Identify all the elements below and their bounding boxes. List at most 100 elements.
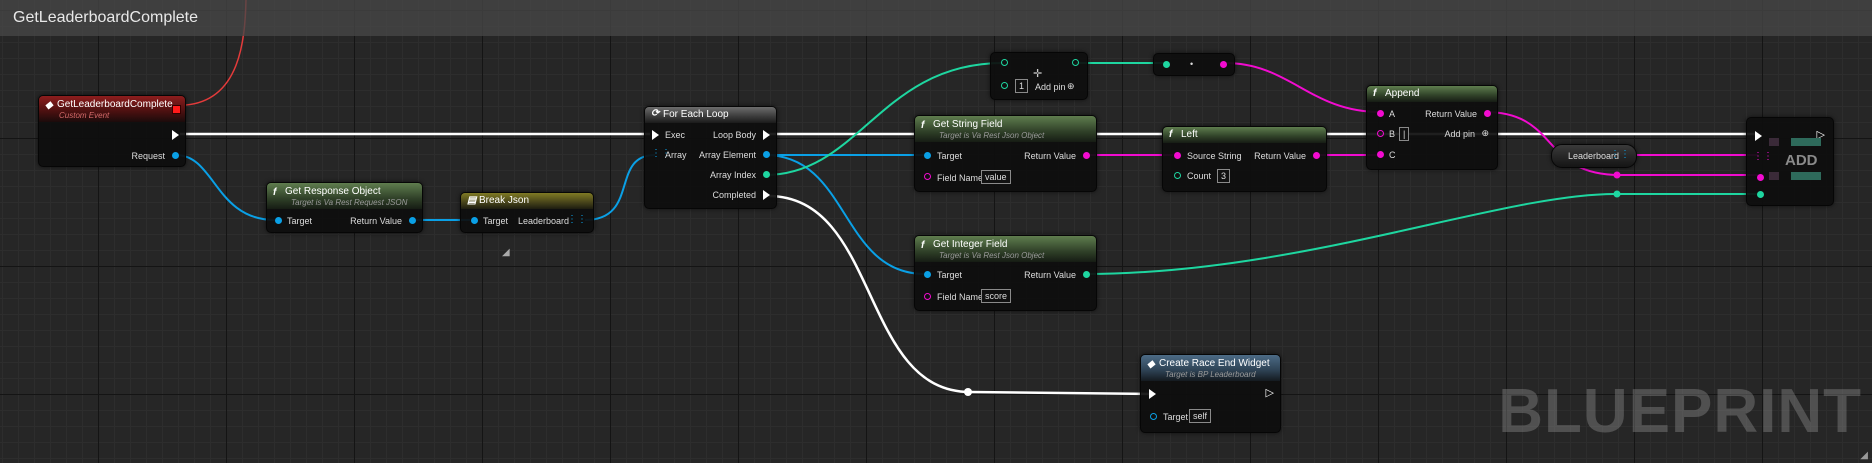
delegate-pin[interactable] — [172, 105, 181, 114]
exec-out-pin[interactable] — [172, 130, 179, 140]
struct-pin-b[interactable] — [1757, 191, 1764, 198]
struct-field-box — [1769, 138, 1779, 146]
b-in-pin[interactable] — [1377, 130, 1384, 137]
node-header: ◆ GetLeaderboardComplete Custom Event — [39, 96, 185, 122]
target-in-pin[interactable] — [275, 217, 282, 224]
b-in-pin[interactable] — [1001, 82, 1008, 89]
add-label: ADD — [1785, 152, 1818, 169]
loop-body-out-pin[interactable] — [763, 130, 770, 140]
pin-label-c: C — [1389, 150, 1396, 160]
pin-label-field-name: Field Name — [937, 292, 984, 302]
add-pin-icon[interactable]: ⊕ — [1067, 81, 1075, 92]
return-value-out-pin[interactable] — [409, 217, 416, 224]
field-name-in-pin[interactable] — [924, 293, 931, 300]
exec-in-pin[interactable] — [1149, 389, 1156, 399]
target-input[interactable]: self — [1189, 409, 1212, 423]
exec-in-pin[interactable] — [1755, 131, 1762, 141]
append-node[interactable]: f Append A Return Value B | Add pin ⊕ C — [1366, 85, 1498, 170]
conversion-icon: • — [1190, 59, 1194, 69]
pin-label-request: Request — [131, 151, 165, 161]
array-add-node[interactable]: ▷ ⋮⋮ ADD — [1746, 117, 1834, 206]
node-header: f Left — [1163, 127, 1326, 143]
node-title: Break Json — [479, 195, 530, 206]
object-wire — [175, 154, 276, 221]
add-int-node[interactable]: ✛ 1 Add pin ⊕ — [990, 52, 1088, 100]
node-subtitle: Target is Va Rest Json Object — [939, 131, 1045, 140]
conversion-out-pin[interactable] — [1220, 61, 1227, 68]
graph-title-bar: GetLeaderboardComplete — [0, 0, 1872, 36]
get-string-field-node[interactable]: f Get String Field Target is Va Rest Jso… — [914, 115, 1097, 192]
field-name-input[interactable]: score — [981, 289, 1012, 303]
add-pin-button[interactable]: Add pin — [1444, 129, 1475, 139]
left-string-node[interactable]: f Left Source String Return Value Count … — [1162, 126, 1327, 192]
struct-pin-a[interactable] — [1757, 174, 1764, 181]
b-value-field[interactable]: 1 — [1015, 79, 1029, 93]
loop-icon: ⟳ — [651, 108, 660, 119]
completed-out-pin[interactable] — [763, 190, 770, 200]
array-element-out-pin[interactable] — [763, 151, 770, 158]
array-pin-icon[interactable]: ⋮⋮ — [567, 214, 587, 225]
field-name-in-pin[interactable] — [924, 173, 931, 180]
return-value-out-pin[interactable] — [1484, 110, 1491, 117]
get-integer-field-node[interactable]: f Get Integer Field Target is Va Rest Js… — [914, 235, 1097, 311]
target-in-pin[interactable] — [924, 271, 931, 278]
add-pin-icon[interactable]: ⊕ — [1481, 128, 1489, 139]
target-array-in-pin[interactable]: ⋮⋮ — [1753, 151, 1773, 162]
custom-event-node[interactable]: ◆ GetLeaderboardComplete Custom Event Re… — [38, 95, 186, 167]
create-race-end-widget-node[interactable]: ◆ Create Race End Widget Target is BP Le… — [1140, 354, 1281, 433]
out-pin[interactable] — [1072, 59, 1079, 66]
struct-field-box — [1791, 172, 1821, 180]
count-in-pin[interactable] — [1174, 172, 1181, 179]
request-out-pin[interactable] — [172, 152, 179, 159]
node-header: f Get Response Object Target is Va Rest … — [267, 183, 422, 209]
return-value-out-pin[interactable] — [1083, 152, 1090, 159]
return-value-out-pin[interactable] — [1313, 152, 1320, 159]
resize-handle-icon[interactable]: ◢ — [502, 247, 510, 258]
node-title: Create Race End Widget — [1159, 358, 1270, 369]
pin-label-count: Count — [1187, 171, 1212, 181]
pin-label-field-name: Field Name — [937, 173, 984, 183]
resize-corner-icon[interactable]: ◢ — [1860, 450, 1868, 461]
pin-label-target: Target — [483, 216, 509, 226]
return-value-out-pin[interactable] — [1083, 271, 1090, 278]
get-response-object-node[interactable]: f Get Response Object Target is Va Rest … — [266, 182, 423, 233]
break-json-node[interactable]: ▤ Break Json Target Leaderboard ⋮⋮ — [460, 192, 594, 233]
exec-out-outline-icon[interactable]: ▷ — [1266, 386, 1274, 399]
function-icon: f — [1169, 129, 1173, 140]
pin-label-completed: Completed — [712, 190, 756, 200]
for-each-loop-node[interactable]: ⟳ For Each Loop Exec Loop Body ⋮⋮ Array … — [644, 106, 777, 209]
source-string-in-pin[interactable] — [1174, 152, 1181, 159]
field-name-input[interactable]: value — [981, 170, 1011, 184]
count-input[interactable]: 3 — [1217, 169, 1231, 183]
target-in-pin[interactable] — [924, 152, 931, 159]
function-icon: f — [921, 240, 925, 251]
plus-icon: ✛ — [1033, 68, 1043, 80]
struct-field-box — [1791, 138, 1821, 146]
exec-in-pin[interactable] — [652, 130, 659, 140]
a-in-pin[interactable] — [1377, 110, 1384, 117]
conversion-node[interactable]: • — [1153, 53, 1235, 76]
array-index-out-pin[interactable] — [763, 171, 770, 178]
node-header: ◆ Create Race End Widget Target is BP Le… — [1141, 355, 1280, 381]
array-out-pin[interactable]: ⋮⋮ — [1610, 149, 1630, 160]
a-in-pin[interactable] — [1001, 59, 1008, 66]
b-input[interactable]: | — [1399, 127, 1410, 141]
node-subtitle: Target is Va Rest Request JSON — [291, 198, 408, 207]
pin-label-target: Target — [287, 216, 313, 226]
pin-label-target: Target — [937, 151, 963, 161]
pin-label-return-value: Return Value — [1024, 151, 1076, 161]
node-subtitle: Custom Event — [59, 111, 110, 120]
node-title: Append — [1385, 88, 1420, 99]
function-icon: f — [1373, 88, 1377, 99]
pin-label-a: A — [1389, 109, 1396, 119]
node-header: f Get Integer Field Target is Va Rest Js… — [915, 236, 1096, 262]
c-in-pin[interactable] — [1377, 151, 1384, 158]
add-pin-button[interactable]: Add pin — [1035, 82, 1066, 92]
blueprint-watermark: BLUEPRINT — [1498, 377, 1862, 446]
function-icon: f — [273, 187, 277, 198]
pin-label-array-index: Array Index — [709, 170, 756, 180]
target-in-pin[interactable] — [1150, 413, 1157, 420]
target-in-pin[interactable] — [471, 217, 478, 224]
conversion-in-pin[interactable] — [1163, 61, 1170, 68]
leaderboard-variable-node[interactable]: Leaderboard ⋮⋮ — [1551, 144, 1637, 168]
